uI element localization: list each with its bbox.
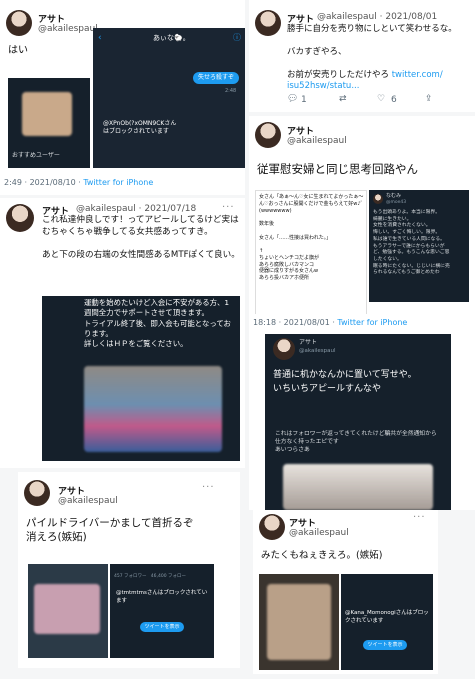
- user-handle: @akailespaul · 2021/08/01: [317, 12, 437, 22]
- post-card-2: アサト @akailespaul · 2021/08/01 勝手に自分を売り物に…: [249, 0, 475, 112]
- view-tweets-button[interactable]: ツイートを表示: [140, 622, 184, 632]
- suggest-label: おすすめユーザー: [12, 152, 60, 159]
- user-handle: @akailespaul: [287, 136, 347, 146]
- client-link[interactable]: Twitter for iPhone: [83, 178, 153, 187]
- blocked-notice: @Kana_Momonogiさんはブロックされています: [345, 610, 429, 624]
- blurred-photo: [22, 92, 72, 136]
- user-handle: @akailespaul: [58, 496, 118, 506]
- back-chevron-icon[interactable]: ‹: [98, 32, 102, 45]
- follow-counts: 457 フォロワー 46,400 フォロー: [114, 574, 186, 579]
- blocked-notice: @XPnOb(?xOMN9CKさん はブロックされています: [103, 120, 177, 136]
- post-text: みたくもねぇきえろ。(嫉妬): [261, 550, 383, 561]
- post-date: · 2021/08/01: [379, 12, 438, 22]
- shot-user-handle: @akailespaul: [299, 348, 336, 354]
- post-date: · 2021/07/18: [138, 204, 197, 214]
- shot-text: 普通に机かなんかに置いて写せや。 いちいちアピールすんなや: [273, 370, 417, 395]
- blurred-photo: [34, 584, 100, 634]
- shot-user-name: なむみ: [386, 193, 402, 199]
- handle-inline: @akailespaul: [317, 12, 377, 22]
- post-text: パイルドライバーかまして首折るぞ 消えろ(嫉妬): [26, 517, 194, 544]
- embedded-screenshot-left: [28, 564, 108, 658]
- shot-text: もう出頭ありよ。本当に限界。 綺麗に生きたい。 女性を消費されたくない。 悔しい…: [373, 210, 450, 276]
- avatar[interactable]: [6, 204, 34, 232]
- embedded-screenshot: 運動を始めたいけど入会に不安がある方、1週間全力でサポートさせて頂きます。 トラ…: [42, 296, 240, 461]
- avatar[interactable]: [259, 514, 285, 540]
- handle-inline: @akailespaul: [76, 204, 136, 214]
- reply-icon[interactable]: 💬︎: [287, 94, 298, 104]
- embedded-screenshot-right: ‹ あぃな🐑。 ⓘ 失せろ殺すぞ 2:48 @XPnOb(?xOMN9CKさん …: [93, 28, 245, 168]
- post-card-6: アサト @akailespaul ··· みたくもねぇきえろ。(嫉妬) @Kan…: [253, 510, 438, 674]
- photo: [283, 464, 433, 510]
- shot-user-handle: @moe43: [386, 200, 407, 205]
- blocked-notice: @tmtmtmsさんはブロックされています: [116, 590, 208, 604]
- user-handle: @akailespaul · 2021/07/18: [76, 204, 196, 214]
- embedded-screenshot-left: [259, 574, 339, 670]
- post-meta: 2:49 · 2021/08/10 · Twitter for iPhone: [4, 178, 153, 187]
- chat-title: あぃな🐑。: [153, 34, 190, 42]
- embedded-screenshot-left: おすすめユーザー: [8, 78, 90, 168]
- shot-text: 運動を始めたいけど入会に不安がある方、1週間全力でサポートさせて頂きます。 トラ…: [84, 298, 231, 349]
- post-card-4-footer: 18:18 · 2021/08/01 · Twitter for iPhone …: [249, 314, 475, 510]
- avatar: [373, 194, 383, 204]
- shot-user-name: アサト: [299, 339, 318, 346]
- client-link[interactable]: Twitter for iPhone: [337, 318, 407, 327]
- avatar[interactable]: [255, 10, 281, 36]
- post-card-1: アサト @akailespaul はい おすすめユーザー ‹ あぃな🐑。 ⓘ 失…: [0, 0, 245, 195]
- message-bubble: 失せろ殺すぞ: [193, 72, 239, 84]
- more-options-icon[interactable]: ···: [222, 202, 235, 213]
- post-card-5: アサト @akailespaul ··· パイルドライバーかまして首折るぞ 消え…: [18, 472, 240, 668]
- embedded-text-image-left: 女さん「あぁ〜ん♡女に生まれてよかったぁ〜ん♡おっさんに股開くだけで金もらえて好…: [255, 190, 367, 318]
- post-text: 従軍慰安婦と同じ思考回路やん: [257, 162, 418, 176]
- group-photo: [84, 366, 222, 452]
- reply-count: 1: [301, 95, 307, 105]
- post-card-4: アサト @akailespaul 従軍慰安婦と同じ思考回路やん 女さん「あぁ〜ん…: [249, 116, 475, 334]
- blurred-photo: [267, 584, 331, 660]
- avatar[interactable]: [255, 122, 281, 148]
- more-options-icon[interactable]: ···: [413, 512, 426, 523]
- embedded-screenshot-right: 457 フォロワー 46,400 フォロー @tmtmtmsさんはブロックされて…: [110, 564, 214, 658]
- left-image-text: 女さん「あぁ〜ん♡女に生まれてよかったぁ〜ん♡おっさんに股開くだけで金もらえて好…: [259, 194, 364, 281]
- view-tweets-button[interactable]: ツイートを表示: [363, 640, 407, 650]
- like-icon[interactable]: ♡: [377, 94, 385, 104]
- avatar[interactable]: [24, 480, 50, 506]
- post-text: はい: [8, 45, 28, 56]
- more-options-icon[interactable]: ···: [202, 482, 215, 493]
- message-time: 2:48: [225, 88, 237, 94]
- post-meta: 18:18 · 2021/08/01 · Twitter for iPhone: [253, 318, 407, 327]
- post-time: 2:49 · 2021/08/10 ·: [4, 178, 84, 187]
- info-icon[interactable]: ⓘ: [233, 32, 241, 43]
- post-card-3: アサト @akailespaul · 2021/07/18 ··· これ私達仲良…: [0, 198, 245, 468]
- share-icon[interactable]: ⇪: [425, 94, 433, 104]
- user-handle: @akailespaul: [38, 24, 98, 34]
- post-time: 18:18 · 2021/08/01 ·: [253, 318, 338, 327]
- shot-note: これはフォロワーが返ってきてくれたけど騙共が全然通知から仕方なく持ったエピです …: [275, 431, 437, 454]
- post-text: これ私達仲良しです！ってアピールしてるけど実はむちゃくちゃ戦争してる女共感あって…: [42, 215, 240, 260]
- post-text: 勝手に自分を売り物にしといて笑わせるな。 バカすぎやろ、 お前が安売りしただけや…: [287, 24, 473, 93]
- embedded-screenshot-right: @Kana_Momonogiさんはブロックされています ツイートを表示: [341, 574, 433, 670]
- avatar: [273, 338, 295, 360]
- user-handle: @akailespaul: [289, 528, 349, 538]
- embedded-screenshot-right: なむみ @moe43 もう出頭ありよ。本当に限界。 綺麗に生きたい。 女性を消費…: [369, 190, 469, 302]
- embedded-screenshot: アサト @akailespaul 普通に机かなんかに置いて写せや。 いちいちアピ…: [265, 334, 451, 510]
- retweet-icon[interactable]: ⇄: [339, 94, 347, 104]
- like-count: 6: [391, 95, 397, 105]
- avatar[interactable]: [6, 10, 32, 36]
